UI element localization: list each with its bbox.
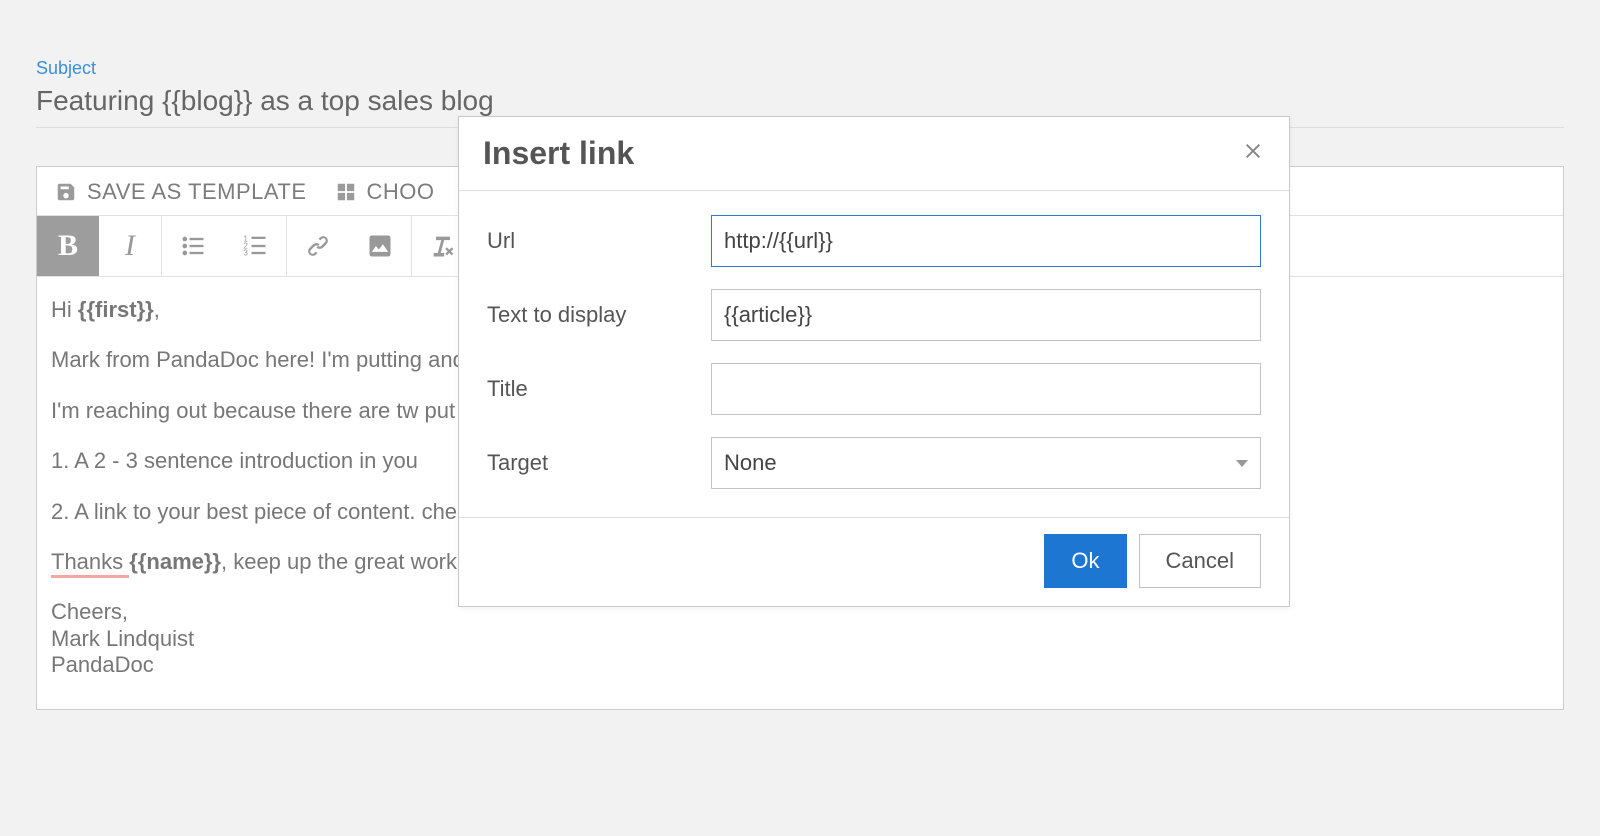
clear-format-icon xyxy=(429,232,457,260)
dialog-title: Insert link xyxy=(483,135,634,172)
target-selected-value: None xyxy=(724,450,777,476)
target-select[interactable]: None xyxy=(711,437,1261,489)
insert-link-dialog: Insert link Url Text to display Title Ta… xyxy=(458,116,1290,607)
subject-label: Subject xyxy=(36,58,1564,79)
target-label: Target xyxy=(487,450,711,476)
url-label: Url xyxy=(487,228,711,254)
save-icon xyxy=(55,181,77,203)
bullet-list-button[interactable] xyxy=(162,216,224,276)
image-icon xyxy=(366,232,394,260)
url-input[interactable] xyxy=(711,215,1261,267)
bullet-list-icon xyxy=(179,232,207,260)
chevron-down-icon xyxy=(1236,460,1248,467)
cancel-button[interactable]: Cancel xyxy=(1139,534,1261,588)
choose-template-button[interactable]: CHOO xyxy=(335,179,435,205)
name-token: {{name}} xyxy=(129,549,221,574)
title-input[interactable] xyxy=(711,363,1261,415)
title-label: Title xyxy=(487,376,711,402)
signature-name: Mark Lindquist xyxy=(51,626,1549,652)
dialog-close-button[interactable] xyxy=(1241,139,1265,168)
text-to-display-input[interactable] xyxy=(711,289,1261,341)
image-button[interactable] xyxy=(349,216,411,276)
signature-company: PandaDoc xyxy=(51,652,1549,678)
numbered-list-icon: 123 xyxy=(241,232,269,260)
grid-icon xyxy=(335,181,357,203)
save-as-template-button[interactable]: SAVE AS TEMPLATE xyxy=(55,179,307,205)
link-icon xyxy=(304,232,332,260)
save-as-template-label: SAVE AS TEMPLATE xyxy=(87,179,307,205)
choose-template-label: CHOO xyxy=(367,179,435,205)
greeting-token: {{first}} xyxy=(78,297,154,322)
greeting-post: , xyxy=(154,297,160,322)
ok-button[interactable]: Ok xyxy=(1044,534,1126,588)
thanks-word: Thanks xyxy=(51,549,129,578)
svg-text:3: 3 xyxy=(243,248,248,257)
numbered-list-button[interactable]: 123 xyxy=(224,216,286,276)
link-button[interactable] xyxy=(287,216,349,276)
italic-button[interactable]: I xyxy=(99,216,161,276)
bold-button[interactable]: B xyxy=(37,216,99,276)
text-to-display-label: Text to display xyxy=(487,302,711,328)
close-icon xyxy=(1241,139,1265,163)
greeting-pre: Hi xyxy=(51,297,78,322)
